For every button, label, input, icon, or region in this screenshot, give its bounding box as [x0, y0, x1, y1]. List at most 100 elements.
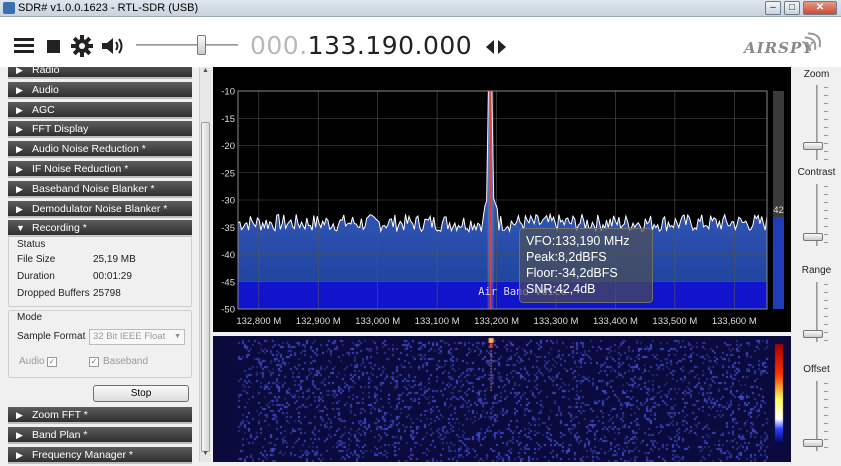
volume-slider-thumb[interactable]: [197, 35, 206, 55]
slider-tick: [824, 226, 828, 227]
collapsed-arrow-icon: ▶: [16, 449, 23, 460]
minimize-button[interactable]: –: [765, 1, 781, 15]
slider-tick: [824, 316, 828, 317]
stop-recording-button[interactable]: Stop: [93, 385, 189, 402]
slider-tick: [824, 242, 828, 243]
section-header-frequency-manager[interactable]: ▶ Frequency Manager *: [8, 446, 192, 464]
spectrum-analyzer[interactable]: -10 -15 -20 -25 -30 -35 -40 -45 -50 132,800 M 132,…: [213, 67, 791, 332]
section-header-label: IF Noise Reduction *: [32, 163, 129, 175]
section-header-label: Audio: [32, 83, 59, 96]
section-header-zoom-fft[interactable]: ▶ Zoom FFT *: [8, 407, 192, 424]
section-header-label: Radio: [32, 67, 60, 76]
section-header-label: Band Plan *: [32, 428, 88, 441]
stop-icon[interactable]: [47, 40, 60, 53]
zoom-slider-thumb[interactable]: [803, 142, 823, 150]
baseband-checkbox[interactable]: ✓: [89, 357, 99, 367]
tooltip-floor: Floor:-34,2dBFS: [526, 266, 618, 280]
x-tick-label: 132,800 M: [236, 316, 281, 327]
right-panel: Zoom Contrast Range Offset: [792, 67, 841, 466]
contrast-slider-thumb[interactable]: [803, 233, 823, 241]
section-header-audio[interactable]: ▶ Audio: [8, 81, 192, 99]
offset-slider-thumb[interactable]: [803, 439, 823, 447]
collapsed-arrow-icon: ▶: [16, 410, 23, 420]
waterfall-display[interactable]: [213, 336, 791, 462]
file-size-label: File Size: [17, 254, 56, 265]
audio-checkbox-label: Audio: [19, 356, 45, 367]
section-header-agc[interactable]: ▶ AGC: [8, 101, 192, 119]
speaker-icon[interactable]: [101, 36, 125, 56]
slider-tick: [824, 308, 828, 309]
slider-tick: [824, 95, 828, 96]
scrollbar-thumb[interactable]: [201, 122, 210, 452]
slider-tick: [824, 135, 828, 136]
slider-tick: [824, 399, 828, 400]
left-panel-scrollbar[interactable]: ▲ ▼: [199, 67, 211, 462]
section-header-audio-noise-reduction[interactable]: ▶ Audio Noise Reduction *: [8, 141, 192, 159]
section-header-band-plan[interactable]: ▶ Band Plan *: [8, 426, 192, 444]
close-button[interactable]: ✕: [803, 1, 837, 15]
scroll-up-icon[interactable]: ▲: [201, 67, 210, 74]
slider-tick: [824, 119, 828, 120]
slider-tick: [824, 194, 828, 195]
snr-meter-fill: [773, 217, 784, 309]
maximize-button[interactable]: □: [784, 1, 800, 15]
tooltip-snr: SNR:42,4dB: [526, 282, 596, 296]
frequency-display[interactable]: 000.133.190.000: [250, 31, 472, 60]
scroll-down-icon[interactable]: ▼: [201, 450, 210, 457]
slider-tick: [824, 202, 828, 203]
offset-label: Offset: [803, 364, 830, 375]
sdrsharp-window: SDR# v1.0.0.1623 - RTL-SDR (USB) – □ ✕ 0…: [0, 0, 841, 466]
slider-tick: [824, 431, 828, 432]
duration-label: Duration: [17, 271, 55, 282]
slider-tick: [824, 391, 828, 392]
collapsed-arrow-icon: ▶: [16, 183, 23, 194]
frequency-ghz-digits[interactable]: 000.: [250, 31, 308, 60]
waterfall-canvas[interactable]: [213, 336, 791, 462]
x-tick-label: 133,100 M: [415, 316, 460, 327]
expanded-arrow-icon: ▼: [16, 223, 25, 234]
section-header-label: Audio Noise Reduction *: [32, 143, 146, 156]
chevron-down-icon: ▼: [174, 333, 181, 340]
collapsed-arrow-icon: ▶: [16, 203, 23, 214]
section-header-if-noise-reduction[interactable]: ▶ IF Noise Reduction *: [8, 161, 192, 178]
y-tick-label: -45: [221, 277, 235, 288]
x-tick-label: 133,000 M: [355, 316, 400, 327]
slider-tick: [824, 111, 828, 112]
section-header-fft-display[interactable]: ▶ FFT Display: [8, 121, 192, 139]
window-title: SDR# v1.0.0.1623 - RTL-SDR (USB): [18, 2, 199, 14]
volume-slider[interactable]: [134, 32, 240, 58]
tuning-arrows-icon[interactable]: [484, 40, 508, 54]
slider-tick: [824, 340, 828, 341]
slider-tick: [824, 159, 828, 160]
collapsed-arrow-icon: ▶: [16, 124, 23, 135]
hamburger-menu-icon[interactable]: [14, 38, 34, 54]
spectrum-chart[interactable]: -10 -15 -20 -25 -30 -35 -40 -45 -50132,800 M 132,…: [213, 67, 791, 332]
collapsed-arrow-icon: ▶: [16, 429, 23, 440]
gear-icon[interactable]: [71, 35, 93, 57]
frequency-mhz-digits[interactable]: 133.190.000: [308, 31, 473, 60]
y-tick-label: -30: [221, 196, 235, 207]
contrast-label: Contrast: [797, 167, 836, 178]
section-header-radio[interactable]: ▶ Radio: [8, 67, 192, 79]
section-header-label: Recording *: [32, 222, 87, 235]
sample-format-select[interactable]: 32 Bit IEEE Float ▼: [89, 329, 185, 345]
slider-tick: [824, 87, 828, 88]
collapsed-arrow-icon: ▶: [16, 67, 23, 75]
section-header-label: Frequency Manager *: [32, 448, 133, 461]
section-header-label: FFT Display: [32, 123, 89, 136]
zoom-label: Zoom: [803, 69, 830, 80]
slider-tick: [824, 324, 828, 325]
y-tick-label: -15: [221, 114, 235, 125]
audio-checkbox[interactable]: ✓: [47, 357, 57, 367]
signal-arcs-icon: [802, 32, 821, 51]
tooltip-peak: Peak:8,2dBFS: [526, 250, 607, 264]
duration-value: 00:01:29: [93, 271, 132, 282]
section-header-demodulator-noise-blanker[interactable]: ▶ Demodulator Noise Blanker *: [8, 200, 192, 218]
range-slider-thumb[interactable]: [803, 330, 823, 338]
section-header-baseband-noise-blanker[interactable]: ▶ Baseband Noise Blanker *: [8, 180, 192, 198]
slider-tick: [824, 292, 828, 293]
title-bar: SDR# v1.0.0.1623 - RTL-SDR (USB) – □ ✕: [0, 0, 841, 17]
slider-tick: [824, 407, 828, 408]
y-tick-label: -50: [221, 305, 235, 316]
slider-tick: [824, 423, 828, 424]
